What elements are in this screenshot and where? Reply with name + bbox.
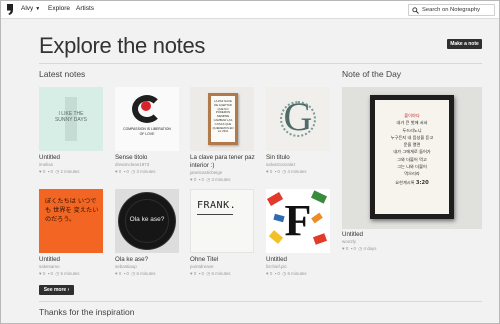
poster-line: 문을 열면 [403, 142, 421, 148]
latest-notes-heading: Latest notes [39, 69, 86, 79]
make-note-button[interactable]: Make a note [447, 39, 482, 49]
note-title[interactable]: Sense titolo [115, 154, 147, 162]
thumb-text: I LIKE THE SUNNY DAYS [54, 111, 88, 123]
poster-reference: 요한계시록 3:20 [395, 179, 429, 186]
user-menu[interactable]: Alvy ▼ [21, 5, 40, 12]
note-title[interactable]: La clave para tener paz interior :) [190, 154, 258, 169]
note-meta: ♥ 0 ▪ 0 ◷ 6 minutes [266, 271, 307, 276]
note-author[interactable]: imelias [39, 162, 53, 167]
note-title[interactable]: Ola ke ase? [115, 256, 148, 264]
note-thumbnail[interactable]: FRANK. [190, 189, 254, 253]
note-meta: ♥ 0 ▪ 0 ◷ 5 minutes [39, 271, 80, 276]
nav-explore-link[interactable]: Explore [48, 5, 70, 12]
search-input[interactable]: Search on Notegraphy [408, 4, 495, 16]
poster-line: 두드리노니 [402, 127, 422, 133]
note-meta: ♥ 0 ▪ 0 ◷ 6 minutes [115, 271, 156, 276]
note-title[interactable]: Untitled [39, 154, 60, 162]
thumb-text: COMPASSION IS LIBERATION OF LOVE [123, 127, 171, 136]
page-frame: Alvy ▼ Explore Artists Search on Notegrap… [0, 0, 500, 324]
poster-line: 누구든지 내 음성을 듣고 [390, 134, 434, 140]
note-title[interactable]: Sin titulo [266, 154, 290, 162]
note-author[interactable]: pointdreave [190, 264, 214, 269]
note-meta: ♥ 0 ▪ 0 ◷ 6 minutes [190, 271, 231, 276]
note-thumbnail[interactable]: G [266, 87, 330, 151]
poster-line: 그와 더불어 먹고 [397, 156, 427, 162]
note-author[interactable]: janetcasticbeige [190, 170, 222, 175]
top-navigation: Alvy ▼ Explore Artists Search on Notegrap… [1, 1, 499, 19]
notd-meta: ♥ 0 ▪ 0 ◷ 4 days [342, 246, 377, 251]
nav-artists-link[interactable]: Artists [76, 5, 94, 12]
note-thumbnail[interactable]: F [266, 189, 330, 253]
chevron-right-icon: › [67, 287, 70, 293]
search-icon [412, 7, 419, 14]
note-of-the-day-image[interactable]: 볼이야다 내가 큰 벗에 서서 두드리노니 누구든지 내 음성을 듣고 문을 열… [342, 87, 482, 229]
thumb-text: ぼくたちは いつでも 世界を 変えたい のだろう。 [45, 198, 99, 223]
thumb-text: FRANK. [197, 200, 237, 211]
note-author[interactable]: drewmclean1973 [115, 162, 149, 167]
thanks-heading: Thanks for the inspiration [39, 307, 135, 317]
thumb-text: F [284, 196, 312, 245]
note-title[interactable]: Ohne Titel [190, 256, 218, 264]
poster-line: 볼이야다 [404, 113, 420, 118]
thumb-text: LA PAZ NACE DE ACEPTAR QUE NO PODEMOS SI… [211, 96, 235, 142]
note-meta: ♥ 0 ▪ 0 ◷ 2 minutes [39, 169, 80, 174]
poster-line: 그는 나와 더불어 [397, 164, 427, 170]
search-placeholder: Search on Notegraphy [422, 7, 481, 13]
poster-line: 내가 큰 벗에 서서 [396, 120, 428, 126]
note-title[interactable]: Untitled [266, 256, 287, 264]
note-author[interactable]: salvaGonzalez [266, 162, 296, 167]
page-title: Explore the notes [39, 33, 206, 58]
poster-frame: 볼이야다 내가 큰 벗에 서서 두드리노니 누구든지 내 음성을 듣고 문을 열… [370, 95, 454, 219]
note-of-the-day-heading: Note of the Day [342, 69, 402, 79]
note-thumbnail[interactable]: COMPASSION IS LIBERATION OF LOVE [115, 87, 179, 151]
notd-author[interactable]: won2ly [342, 239, 356, 244]
note-author[interactable]: lizchief.pic [266, 264, 287, 269]
note-title[interactable]: Untitled [39, 256, 60, 264]
note-meta: ♥ 0 ▪ 0 ◷ 3 minutes [190, 177, 231, 182]
see-more-button[interactable]: See more › [39, 285, 74, 295]
note-author[interactable]: sebastiaup [115, 264, 137, 269]
see-more-label: See more [43, 287, 67, 293]
divider [39, 301, 482, 302]
note-meta: ♥ 0 ▪ 0 ◷ 3 minutes [115, 169, 156, 174]
poster-content: 볼이야다 내가 큰 벗에 서서 두드리노니 누구든지 내 음성을 듣고 문을 열… [375, 100, 449, 214]
chevron-down-icon: ▼ [35, 6, 41, 12]
user-name: Alvy [21, 5, 34, 12]
divider [39, 63, 482, 64]
note-author[interactable]: sakesamo [39, 264, 60, 269]
notd-title[interactable]: Untitled [342, 231, 363, 239]
note-thumbnail[interactable]: Ola ke ase? [115, 189, 179, 253]
thumb-text: Ola ke ase? [129, 216, 165, 223]
note-thumbnail[interactable]: I LIKE THE SUNNY DAYS [39, 87, 103, 151]
poster-line: 먹으리라 [404, 171, 420, 177]
note-thumbnail[interactable]: ぼくたちは いつでも 世界を 変えたい のだろう。 [39, 189, 103, 253]
note-meta: ♥ 0 ▪ 0 ◷ 4 minutes [266, 169, 307, 174]
poster-line: 내가 그에게로 들어가 [393, 149, 431, 155]
notegraphy-logo-icon[interactable] [6, 3, 15, 16]
note-thumbnail[interactable]: LA PAZ NACE DE ACEPTAR QUE NO PODEMOS SI… [190, 87, 254, 151]
